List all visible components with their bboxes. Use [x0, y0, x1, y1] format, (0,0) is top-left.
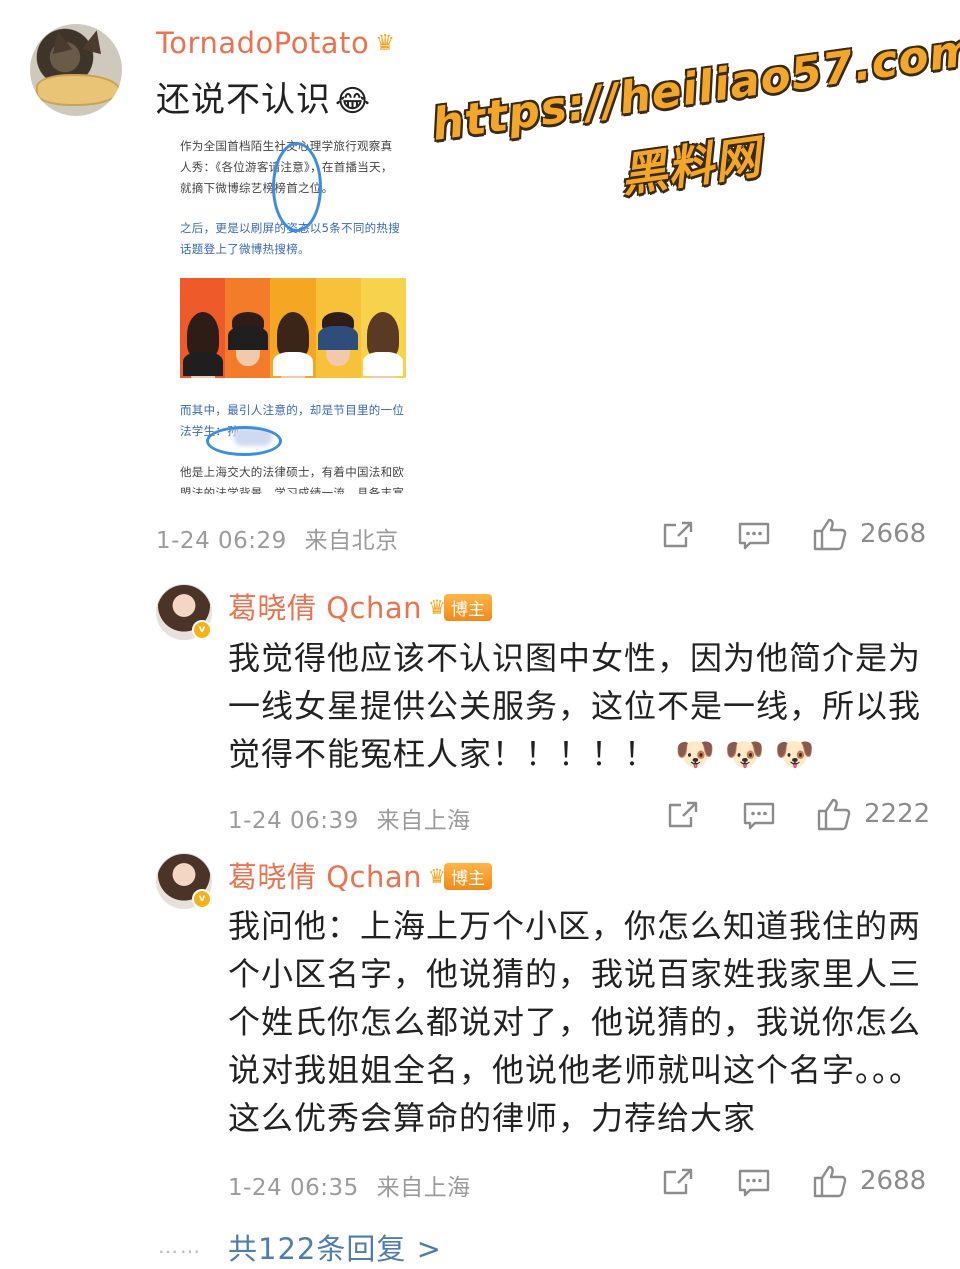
cast-photo-5	[360, 278, 406, 378]
reply-username[interactable]: 葛晓倩 Qchan	[228, 591, 422, 625]
laughing-emoji: 😂	[335, 84, 372, 119]
like-button[interactable]: 2222	[816, 797, 930, 831]
cast-photo-2	[225, 278, 271, 378]
like-button[interactable]: 2668	[812, 517, 926, 551]
avatar[interactable]	[30, 24, 122, 116]
post-username[interactable]: TornadoPotato	[156, 26, 369, 60]
post-timestamp: 1-24 06:29	[156, 528, 287, 554]
reply-header: 葛晓倩 Qchan ♛ 博主	[228, 854, 492, 896]
reply-meta: 1-24 06:39 来自上海	[228, 801, 471, 835]
like-count: 2668	[860, 519, 927, 549]
post-meta: 1-24 06:29 来自北京	[156, 521, 399, 555]
reply-timestamp: 1-24 06:35	[228, 1175, 359, 1201]
thumbs-up-icon	[812, 1164, 848, 1198]
reply-location: 来自上海	[376, 808, 471, 834]
cast-photo-strip	[180, 278, 406, 378]
post-text-row: 还说不认识 😂	[156, 76, 371, 126]
thumbs-up-icon	[812, 517, 848, 551]
like-count: 2222	[864, 799, 931, 829]
like-button[interactable]: 2688	[812, 1164, 926, 1198]
comment-icon[interactable]	[738, 1168, 770, 1198]
verified-badge-icon: v	[192, 620, 212, 640]
comment-icon[interactable]	[738, 521, 770, 551]
verified-badge-icon: v	[192, 889, 212, 909]
comment-icon[interactable]	[743, 801, 775, 831]
fish-toy-graphic	[36, 74, 120, 106]
like-count: 2688	[860, 1166, 927, 1196]
reply-text: 我问他：上海上万个小区，你怎么知道我住的两个小区名字，他说猜的，我说百家姓我家里…	[228, 907, 923, 1137]
crown-icon: ♛	[375, 31, 395, 56]
article-para-4: 他是上海交大的法律硕士，有着中国法和欧 盟法的法学背景，学习成绩一流，具备丰富	[180, 465, 405, 494]
more-replies-dots: ……	[158, 1234, 202, 1258]
share-icon[interactable]	[662, 520, 694, 550]
highlight-circle	[272, 142, 322, 232]
reply-text: 我觉得他应该不认识图中女性，因为他简介是为一线女星提供公关服务，这位不是一线，所…	[228, 639, 922, 773]
cat-ear-right	[81, 27, 107, 55]
cast-photo-1	[180, 278, 226, 378]
watermark-name: 黑料网	[617, 129, 765, 203]
cat-ear-left	[47, 27, 73, 55]
share-icon[interactable]	[667, 800, 699, 830]
post-text: 还说不认识	[156, 80, 331, 120]
cast-photo-4	[315, 278, 361, 378]
reply-meta: 1-24 06:35 来自上海	[228, 1168, 471, 1202]
reply-header: 葛晓倩 Qchan ♛ 博主	[228, 585, 492, 627]
reply-location: 来自上海	[376, 1175, 471, 1201]
post-location: 来自北京	[304, 528, 399, 554]
blogger-badge: ♛ 博主	[428, 593, 492, 621]
thumbs-up-icon	[816, 797, 852, 831]
cast-photo-3	[270, 278, 316, 378]
reply-timestamp: 1-24 06:39	[228, 808, 359, 834]
post-header: TornadoPotato ♛	[156, 26, 395, 60]
name-highlight-circle	[206, 426, 282, 456]
post-image[interactable]: 作为全国首档陌生社交心理学旅行观察真人秀：《各位游客请注意》，在首播当天，就摘下…	[166, 128, 414, 494]
more-replies-link[interactable]: 共122条回复 >	[228, 1226, 442, 1268]
share-icon[interactable]	[662, 1167, 694, 1197]
doge-emoji: 🐶🐶🐶	[675, 735, 825, 773]
reply-username[interactable]: 葛晓倩 Qchan	[228, 860, 422, 894]
blogger-badge: ♛ 博主	[428, 862, 492, 890]
